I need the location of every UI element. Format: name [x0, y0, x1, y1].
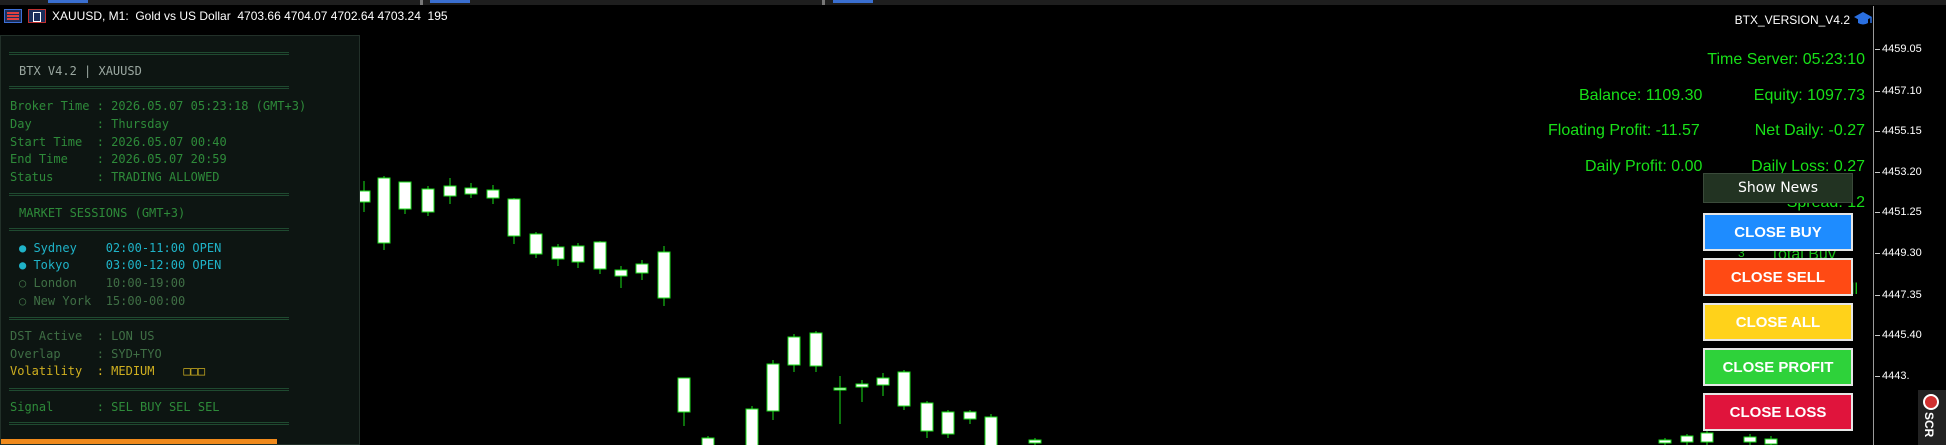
symbol-title: XAUUSD, M1: Gold vs US Dollar 4703.66 47…: [52, 9, 448, 23]
price-tick: 4451.25: [1875, 206, 1922, 218]
divider: [9, 422, 289, 425]
overlap-row: Overlap : SYD+TYO: [10, 347, 162, 361]
time-server: Time Server: 05:23:10: [1707, 51, 1865, 68]
ea-version-label: BTX_VERSION_V4.2: [1734, 13, 1850, 27]
session-newyork: ○ New York 15:00-00:00: [19, 294, 186, 308]
daily-profit: Daily Profit: 0.00: [1585, 158, 1703, 175]
graduation-cap-icon[interactable]: [1853, 11, 1873, 27]
close-loss-button[interactable]: CLOSE LOSS: [1703, 393, 1853, 431]
close-profit-button[interactable]: CLOSE PROFIT: [1703, 348, 1853, 386]
price-tick: 4457.10: [1875, 85, 1922, 97]
panel-title: BTX V4.2 | XAUUSD: [19, 64, 142, 78]
record-icon: [1923, 394, 1939, 410]
sessions-header: MARKET SESSIONS (GMT+3): [19, 206, 186, 220]
end-time: End Time : 2026.05.07 20:59: [10, 152, 227, 166]
divider: [9, 228, 289, 231]
price-scale[interactable]: 4459.05 4457.10 4455.15 4453.20 4451.25 …: [1875, 6, 1946, 445]
session-london: ○ London 10:00-19:00: [19, 276, 186, 290]
volatility-row: Volatility : MEDIUM □□□: [10, 364, 206, 378]
chart-properties-icon[interactable]: [28, 9, 46, 23]
divider: [9, 86, 289, 89]
screenshot-label: SCR: [1922, 412, 1936, 438]
divider: [9, 52, 289, 55]
chart-tab[interactable]: [48, 0, 88, 3]
floating-profit: Floating Profit: -11.57: [1548, 122, 1700, 139]
chart-header: XAUUSD, M1: Gold vs US Dollar 4703.66 47…: [0, 6, 448, 26]
close-all-button[interactable]: CLOSE ALL: [1703, 303, 1853, 341]
broker-time: Broker Time : 2026.05.07 05:23:18 (GMT+3…: [10, 99, 307, 113]
tab-separator: [420, 0, 423, 5]
ea-info-panel: BTX V4.2 | XAUUSD Broker Time : 2026.05.…: [0, 35, 360, 445]
signal-row: Signal : SEL BUY SEL SEL: [10, 400, 220, 414]
chart-tab[interactable]: [833, 0, 873, 3]
close-sell-button[interactable]: CLOSE SELL: [1703, 258, 1853, 296]
start-time: Start Time : 2026.05.07 00:40: [10, 135, 227, 149]
price-tick: 4443.: [1875, 370, 1910, 382]
session-tokyo: ● Tokyo 03:00-12:00 OPEN: [19, 258, 222, 272]
trading-status: Status : TRADING ALLOWED: [10, 170, 220, 184]
chart-tab[interactable]: [430, 0, 470, 3]
show-news-button[interactable]: Show News: [1703, 173, 1853, 203]
close-buy-button[interactable]: CLOSE BUY: [1703, 213, 1853, 251]
divider: [9, 193, 289, 196]
price-tick: 4459.05: [1875, 43, 1922, 55]
tab-separator: [822, 0, 825, 5]
price-tick: 4447.35: [1875, 289, 1922, 301]
price-tick: 4445.40: [1875, 329, 1922, 341]
divider: [9, 388, 289, 391]
day-row: Day : Thursday: [10, 117, 169, 131]
price-tick: 4455.15: [1875, 125, 1922, 137]
equity: Equity: 1097.73: [1753, 87, 1865, 104]
divider: [9, 317, 289, 320]
session-sydney: ● Sydney 02:00-11:00 OPEN: [19, 241, 222, 255]
dst-active: DST Active : LON US: [10, 329, 155, 343]
progress-bar: [1, 439, 277, 444]
terminal-tab-strip: [0, 0, 1946, 5]
price-tick: 4453.20: [1875, 166, 1922, 178]
net-daily: Net Daily: -0.27: [1754, 122, 1865, 139]
price-tick: 4449.30: [1875, 247, 1922, 259]
menu-icon[interactable]: [4, 9, 22, 23]
screenshot-tab[interactable]: SCR: [1918, 390, 1946, 445]
balance: Balance: 1109.30: [1579, 87, 1703, 104]
